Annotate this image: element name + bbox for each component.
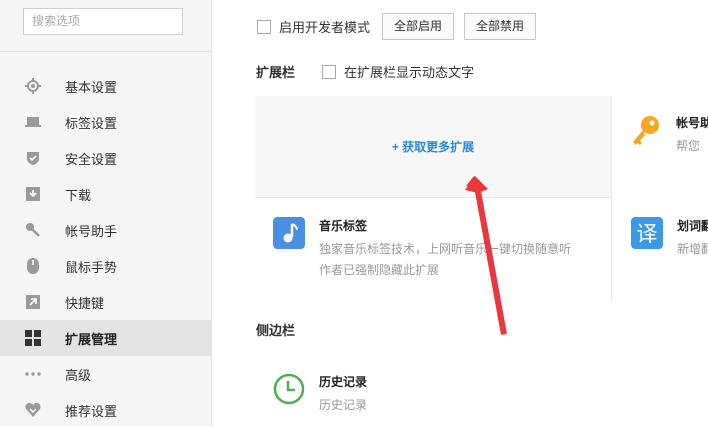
sidebar-item-label: 推荐设置 [65,403,118,419]
get-more-extensions-card[interactable]: + 获取更多扩展 [255,96,612,198]
sidebar-item-label: 扩展管理 [65,331,118,347]
sidebar-item-label: 基本设置 [65,79,118,95]
sidebar-history[interactable]: 历史记录 历史记录 [273,373,473,417]
dev-mode-row: 启用开发者模式 全部启用 全部禁用 [257,13,546,40]
download-icon [23,184,43,204]
extension-desc: 历史记录 [319,398,368,412]
search-input[interactable]: 搜索选项 [23,8,183,35]
sidebar-section-title: 侧边栏 [256,323,296,338]
get-more-extensions-link[interactable]: + 获取更多扩展 [255,138,611,155]
shortcut-arrow-icon [23,292,43,312]
extension-title: 音乐标签 [319,219,368,233]
extension-account-helper[interactable]: 帐号助 帮您 [630,114,708,164]
dev-mode-label: 启用开发者模式 [279,20,371,35]
grid-icon [23,328,43,348]
sidebar-item-label: 下载 [65,187,92,203]
sidebar-item-label: 鼠标手势 [65,259,118,275]
settings-sidebar: 搜索选项 基本设置 标签设置 安全设置 下载 帐号助手 鼠标手势 快捷键 扩展管… [0,0,212,426]
extension-title: 帐号助 [676,116,708,130]
dev-mode-checkbox[interactable] [257,19,271,34]
get-more-label: 获取更多扩展 [402,140,475,154]
svg-text:译: 译 [637,222,658,246]
extension-desc-line: 独家音乐标签技术，上网听音乐一键切换随意听 [319,242,572,256]
sidebar-divider [0,51,211,52]
sidebar-item-account[interactable]: 帐号助手 [0,212,211,248]
extension-title: 历史记录 [319,375,368,389]
toolbar-section-title: 扩展栏 [256,65,296,80]
sidebar-item-label: 帐号助手 [65,223,118,239]
translate-icon: 译 [631,217,663,249]
sidebar-item-label: 标签设置 [65,115,118,131]
key-icon [23,220,43,240]
sidebar-item-download[interactable]: 下载 [0,176,211,212]
sidebar-item-tabs[interactable]: 标签设置 [0,104,211,140]
main-panel: 启用开发者模式 全部启用 全部禁用 扩展栏 在扩展栏显示动态文字 + 获取更多扩… [211,0,708,426]
toolbar-dynamic-text-checkbox[interactable] [322,64,336,79]
sidebar-item-advanced[interactable]: 高级 [0,356,211,392]
music-note-icon [273,217,305,249]
sidebar-item-gesture[interactable]: 鼠标手势 [0,248,211,284]
enable-all-button[interactable]: 全部启用 [382,13,455,40]
extension-translate[interactable]: 译 划词翻 新增翻 [631,217,708,267]
sidebar-item-label: 快捷键 [65,295,105,311]
sidebar-item-label: 高级 [65,367,92,383]
toolbar-dynamic-text-label: 在扩展栏显示动态文字 [344,65,475,80]
extension-music-tag[interactable]: 音乐标签 独家音乐标签技术，上网听音乐一键切换随意听 作者已强制隐藏此扩展 [273,217,593,283]
grid-divider [611,96,612,300]
extension-desc: 帮您 [676,139,701,153]
sidebar-item-security[interactable]: 安全设置 [0,140,211,176]
key-icon [633,116,659,145]
sidebar-item-basic[interactable]: 基本设置 [0,68,211,104]
tab-icon [23,112,43,132]
shield-check-icon [23,148,43,168]
sidebar-item-shortcut[interactable]: 快捷键 [0,284,211,320]
extension-desc: 独家音乐标签技术，上网听音乐一键切换随意听 作者已强制隐藏此扩展 [319,239,571,281]
sidebar-item-label: 安全设置 [65,151,118,167]
extension-title: 划词翻 [677,219,708,233]
gear-icon [23,76,43,96]
plus-icon: + [391,140,399,154]
disable-all-button[interactable]: 全部禁用 [464,13,537,40]
toolbar-dynamic-text-row: 在扩展栏显示动态文字 [322,62,474,81]
extension-desc-line: 作者已强制隐藏此扩展 [319,263,440,277]
sidebar-nav: 基本设置 标签设置 安全设置 下载 帐号助手 鼠标手势 快捷键 扩展管理 高级 … [0,68,211,428]
mouse-icon [23,256,43,276]
clock-icon [273,373,305,405]
sidebar-item-extensions[interactable]: 扩展管理 [0,320,211,356]
sidebar-item-recommended[interactable]: 推荐设置 [0,392,211,428]
heart-icon [23,400,43,420]
more-dots-icon [23,364,43,384]
extension-desc: 新增翻 [677,242,708,256]
